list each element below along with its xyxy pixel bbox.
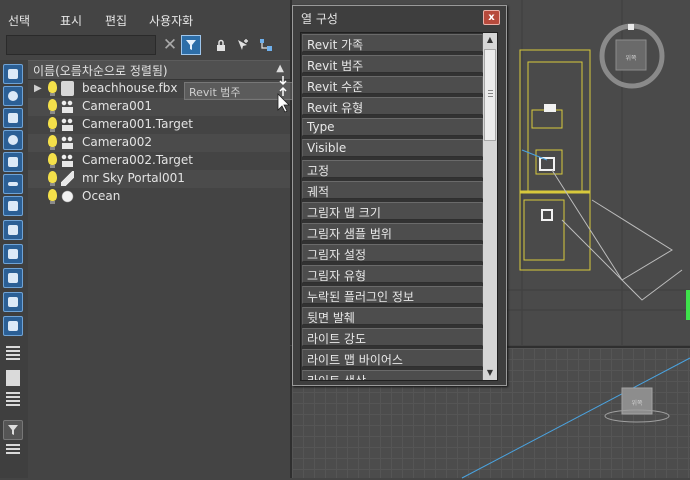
- menu-bar: 선택 표시 편집 사용자화: [0, 8, 290, 32]
- scrollbar[interactable]: ▲ ▼: [483, 33, 497, 380]
- select-all-icon[interactable]: [6, 346, 20, 362]
- column-config-dialog: 열 구성 x Revit 가족 Revit 범주 Revit 수준 Revit …: [292, 5, 507, 386]
- select-invert-icon[interactable]: [6, 392, 20, 408]
- scroll-down-icon[interactable]: ▼: [483, 366, 497, 380]
- column-list: Revit 가족 Revit 범주 Revit 수준 Revit 유형 Type…: [300, 32, 498, 381]
- tree-column-header[interactable]: 이름(오름차순으로 정렬됨) ▲: [28, 60, 290, 80]
- display-geometry-icon[interactable]: [3, 86, 23, 106]
- display-cameras-icon[interactable]: [3, 152, 23, 172]
- object-name: beachhouse.fbx: [82, 81, 178, 95]
- light-bulb-icon[interactable]: [48, 189, 57, 204]
- light-bulb-icon[interactable]: [48, 81, 57, 96]
- light-bulb-icon[interactable]: [48, 99, 57, 114]
- column-item[interactable]: 그림자 맵 크기: [302, 202, 483, 220]
- close-button[interactable]: x: [483, 10, 500, 25]
- column-item[interactable]: 라이트 색상: [302, 370, 483, 380]
- object-name: Camera001.Target: [82, 117, 193, 131]
- column-name-label: 이름(오름차순으로 정렬됨): [33, 64, 168, 78]
- object-name: Camera001: [82, 99, 152, 113]
- select-none-icon[interactable]: [6, 370, 20, 386]
- menu-display[interactable]: 표시: [60, 12, 82, 29]
- light-bulb-icon[interactable]: [48, 117, 57, 132]
- light-bulb-icon[interactable]: [48, 171, 57, 186]
- column-item[interactable]: Visible: [302, 139, 483, 157]
- filter-toggle-icon[interactable]: [3, 420, 23, 440]
- display-all-icon[interactable]: [3, 64, 23, 84]
- filter-strip: [0, 60, 28, 478]
- layer-icon[interactable]: [6, 444, 20, 456]
- column-item[interactable]: 라이트 강도: [302, 328, 483, 346]
- column-item[interactable]: Type: [302, 118, 483, 136]
- menu-customize[interactable]: 사용자화: [149, 12, 193, 29]
- add-icon[interactable]: [233, 35, 253, 55]
- light-bulb-icon[interactable]: [48, 153, 57, 168]
- object-name: Ocean: [82, 189, 121, 203]
- search-input[interactable]: [6, 35, 156, 55]
- column-item[interactable]: Revit 수준: [302, 76, 483, 94]
- object-name: Camera002: [82, 135, 152, 149]
- lock-icon[interactable]: [211, 35, 231, 55]
- display-lights-icon[interactable]: [3, 130, 23, 150]
- display-bones-icon[interactable]: [3, 268, 23, 288]
- tree-row[interactable]: Ocean: [28, 188, 290, 206]
- scroll-up-icon[interactable]: ▲: [483, 33, 497, 47]
- sort-ascending-icon: ▲: [276, 63, 284, 74]
- camera-icon: [61, 135, 74, 150]
- scene-tree: ▶ beachhouse.fbx Camera001 Camera001.Tar…: [28, 80, 290, 478]
- tree-row[interactable]: Camera001.Target: [28, 116, 290, 134]
- scene-explorer: 선택 표시 편집 사용자화 ✕ 이름(오름차순으로 정렬됨) ▲ ▶ beach…: [0, 0, 290, 478]
- tree-row[interactable]: Camera002: [28, 134, 290, 152]
- dialog-title: 열 구성: [301, 12, 338, 26]
- column-item[interactable]: 궤적: [302, 181, 483, 199]
- viewcube-top-label: 위쪽: [625, 54, 637, 62]
- hierarchy-icon[interactable]: [256, 35, 276, 55]
- column-item[interactable]: 라이트 맵 바이어스: [302, 349, 483, 367]
- menu-edit[interactable]: 편집: [105, 12, 127, 29]
- drag-cursor-icon: [277, 76, 290, 113]
- camera-icon: [61, 99, 74, 114]
- display-shapes-icon[interactable]: [3, 108, 23, 128]
- clear-icon[interactable]: ✕: [160, 35, 180, 55]
- column-item[interactable]: 그림자 샘플 범위: [302, 223, 483, 241]
- viewcube-compass-icon: 위쪽: [599, 23, 665, 89]
- explorer-toolbar: ✕: [0, 33, 290, 59]
- display-groups-icon[interactable]: [3, 220, 23, 240]
- expand-arrow-icon[interactable]: ▶: [34, 83, 42, 94]
- tree-row[interactable]: mr Sky Portal001: [28, 170, 290, 188]
- display-spacewarps-icon[interactable]: [3, 196, 23, 216]
- display-frozen-icon[interactable]: [3, 316, 23, 336]
- object-name: Camera002.Target: [82, 153, 193, 167]
- camera-icon: [61, 153, 74, 168]
- column-item[interactable]: 고정: [302, 160, 483, 178]
- portal-icon: [61, 171, 74, 186]
- column-item[interactable]: 뒷면 발췌: [302, 307, 483, 325]
- display-containers-icon[interactable]: [3, 292, 23, 312]
- tree-row[interactable]: Camera001: [28, 98, 290, 116]
- viewcube-label: 위쪽: [631, 399, 643, 407]
- scroll-thumb[interactable]: [484, 49, 496, 141]
- camera-icon: [61, 117, 74, 132]
- column-item[interactable]: 누락된 플러그인 정보: [302, 286, 483, 304]
- object-name: mr Sky Portal001: [82, 171, 185, 185]
- sphere-icon: [61, 189, 74, 204]
- display-helpers-icon[interactable]: [3, 174, 23, 194]
- light-bulb-icon[interactable]: [48, 135, 57, 150]
- filter-icon[interactable]: [181, 35, 201, 55]
- column-item[interactable]: 그림자 설정: [302, 244, 483, 262]
- column-item[interactable]: Revit 유형: [302, 97, 483, 115]
- column-item[interactable]: Revit 범주: [302, 55, 483, 73]
- column-item[interactable]: Revit 가족: [302, 34, 483, 52]
- menu-select[interactable]: 선택: [8, 12, 30, 29]
- column-item[interactable]: 그림자 유형: [302, 265, 483, 283]
- file-icon: [61, 81, 74, 96]
- drag-ghost-label: Revit 범주: [189, 86, 241, 99]
- display-xrefs-icon[interactable]: [3, 244, 23, 264]
- tree-row[interactable]: Camera002.Target: [28, 152, 290, 170]
